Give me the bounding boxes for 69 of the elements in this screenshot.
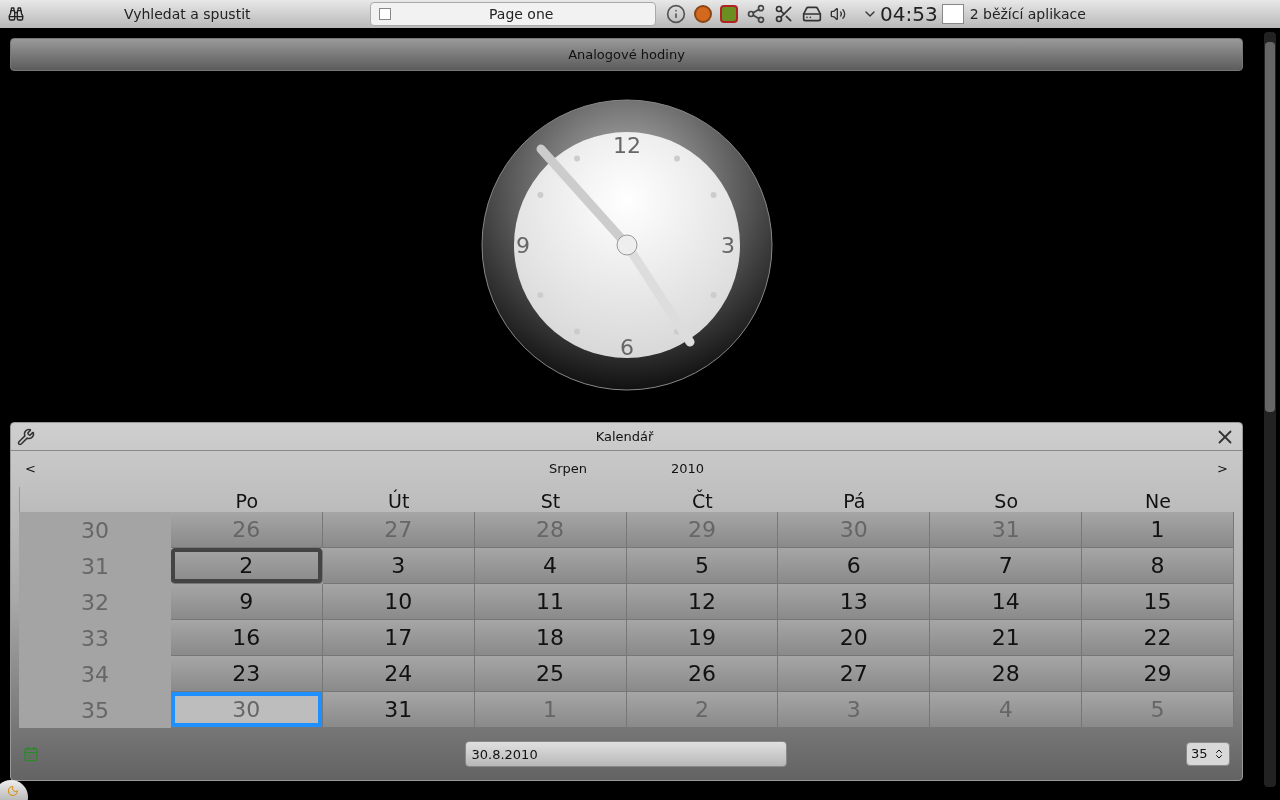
analog-clock-drawing: 12 3 6 9 — [479, 98, 774, 392]
day-cell[interactable]: 24 — [322, 656, 475, 692]
settings-icon[interactable] — [17, 427, 35, 446]
date-field[interactable]: 30.8.2010 — [464, 741, 787, 767]
day-cell[interactable]: 4 — [474, 548, 627, 584]
day-cell[interactable]: 14 — [930, 584, 1083, 620]
day-cell[interactable]: 26 — [626, 656, 779, 692]
scrollbar-thumb[interactable] — [1265, 42, 1275, 412]
info-icon[interactable] — [666, 4, 686, 24]
day-cell[interactable]: 10 — [322, 584, 475, 620]
day-cell[interactable]: 19 — [626, 620, 779, 656]
day-cell[interactable]: 5 — [626, 548, 779, 584]
windows-icon[interactable] — [941, 4, 964, 24]
day-cell[interactable]: 12 — [626, 584, 779, 620]
network-icon[interactable] — [746, 4, 766, 24]
day-cell[interactable]: 22 — [1082, 620, 1234, 656]
weekday-header: Út — [387, 488, 411, 512]
running-apps-label[interactable]: 2 běžící aplikace — [969, 3, 1086, 25]
weekday-header: St — [539, 489, 562, 512]
week-number: 34 — [19, 656, 171, 692]
weekday-header: Po — [234, 489, 259, 512]
next-month-button[interactable]: > — [1217, 459, 1228, 479]
day-cell[interactable]: 15 — [1082, 584, 1234, 620]
year-label[interactable]: 2010 — [671, 459, 705, 479]
spin-arrows-icon[interactable] — [1213, 748, 1225, 760]
day-cell[interactable]: 13 — [778, 584, 931, 620]
week-number: 35 — [19, 692, 171, 728]
week-number: 31 — [19, 548, 171, 584]
volume-icon[interactable] — [830, 6, 846, 22]
task-button[interactable]: Page one — [370, 2, 656, 26]
scissors-icon[interactable] — [774, 4, 794, 24]
day-cell[interactable]: 16 — [170, 620, 323, 656]
day-cell[interactable]: 11 — [474, 584, 627, 620]
day-cell[interactable]: 6 — [778, 548, 931, 584]
previous-month-button[interactable]: < — [25, 459, 36, 479]
day-cell[interactable]: 2 — [170, 548, 323, 584]
calendar-title: Kalendář — [594, 427, 655, 446]
day-cell[interactable]: 18 — [474, 620, 627, 656]
weekday-header: So — [993, 489, 1020, 512]
day-cell[interactable]: 17 — [322, 620, 475, 656]
moon-icon — [7, 785, 19, 797]
day-cell[interactable]: 1 — [1082, 512, 1234, 548]
week-number: 30 — [19, 512, 171, 548]
week-number: 33 — [19, 620, 171, 656]
clock-time[interactable]: 04:53 — [880, 0, 938, 29]
day-cell[interactable]: 27 — [778, 656, 931, 692]
search-icon[interactable] — [8, 6, 24, 22]
week-spinbox[interactable]: 35 — [1186, 742, 1230, 766]
day-cell[interactable]: 28 — [930, 656, 1083, 692]
scrollbar[interactable] — [1264, 32, 1276, 787]
weekday-header: Ne — [1144, 489, 1172, 512]
widget-title: Analogové hodiny — [568, 45, 685, 64]
day-cell[interactable]: 7 — [930, 548, 1083, 584]
app-icon[interactable] — [694, 5, 712, 23]
window-icon — [379, 8, 391, 20]
day-cell[interactable]: 23 — [170, 656, 323, 692]
drive-icon[interactable] — [802, 4, 822, 24]
day-cell[interactable]: 9 — [170, 584, 323, 620]
month-label[interactable]: Srpen — [548, 459, 587, 479]
day-cell[interactable]: 25 — [474, 656, 627, 692]
day-cell[interactable]: 31 — [322, 692, 475, 728]
weekday-header: Pá — [842, 489, 867, 512]
weekday-header: Čt — [691, 488, 714, 512]
day-cell[interactable]: 21 — [930, 620, 1083, 656]
day-cell[interactable]: 29 — [1082, 656, 1234, 692]
day-cell[interactable]: 20 — [778, 620, 931, 656]
day-cell[interactable]: 3 — [322, 548, 475, 584]
launcher-button[interactable]: Vyhledat a spustit — [124, 3, 364, 25]
day-cell[interactable]: 8 — [1082, 548, 1234, 584]
